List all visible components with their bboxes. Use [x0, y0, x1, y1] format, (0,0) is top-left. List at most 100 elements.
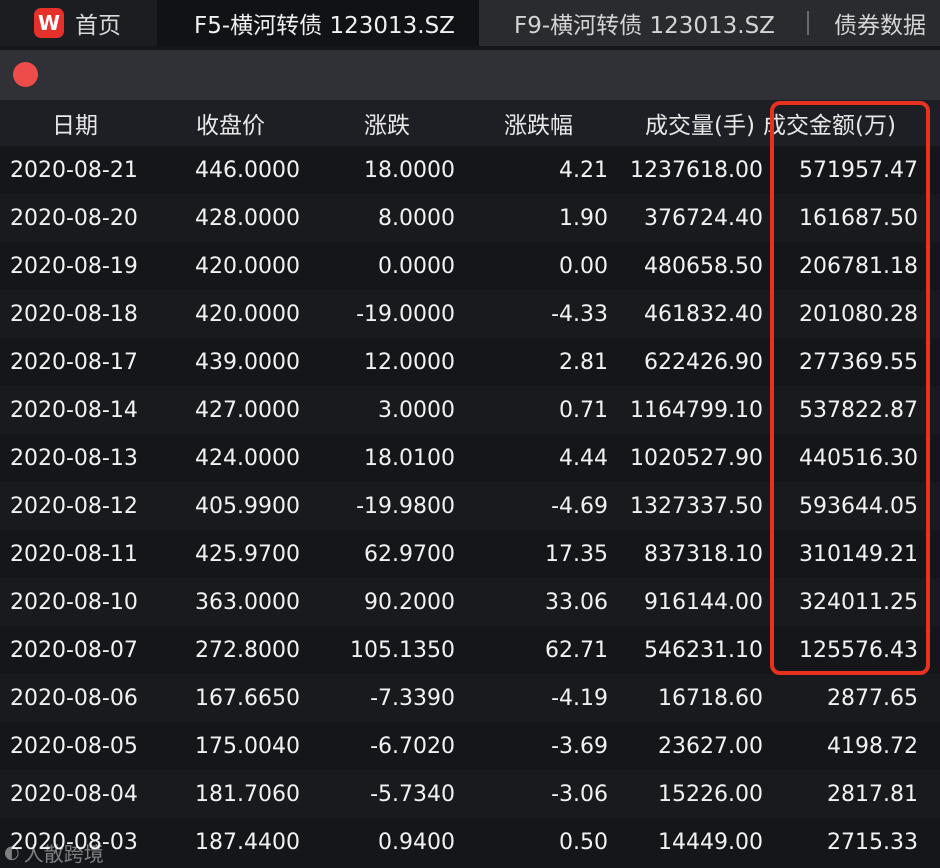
- cell-date: 2020-08-21: [10, 157, 138, 183]
- cell-close-price: 427.0000: [195, 397, 300, 423]
- table-row[interactable]: 2020-08-04 181.7060 -5.7340 -3.06 15226.00 28…: [0, 770, 940, 818]
- cell-change: 0.0000: [378, 253, 455, 279]
- cell-change-pct: 0.50: [559, 829, 608, 855]
- column-header-date[interactable]: 日期: [0, 106, 160, 140]
- table-row[interactable]: 2020-08-20 428.0000 8.0000 1.90 376724.40 161…: [0, 194, 940, 242]
- table-row[interactable]: 2020-08-14 427.0000 3.0000 0.71 1164799.10 53…: [0, 386, 940, 434]
- tab-f9-bond[interactable]: F9-横河转债 123013.SZ: [479, 0, 809, 46]
- cell-turnover: 4198.72: [827, 733, 918, 759]
- cell-change-pct: 0.71: [559, 397, 608, 423]
- cell-volume: 1020527.90: [630, 445, 763, 471]
- cell-volume: 837318.10: [644, 541, 763, 567]
- cell-date: 2020-08-14: [10, 397, 138, 423]
- cell-change-pct: 2.81: [559, 349, 608, 375]
- cell-volume: 16718.60: [658, 685, 763, 711]
- cell-volume: 622426.90: [644, 349, 763, 375]
- cell-turnover: 310149.21: [799, 541, 918, 567]
- cell-change-pct: -4.69: [551, 493, 608, 519]
- cell-change: -7.3390: [370, 685, 455, 711]
- cell-turnover: 201080.28: [799, 301, 918, 327]
- cell-change-pct: 62.71: [545, 637, 608, 663]
- table-row[interactable]: 2020-08-05 175.0040 -6.7020 -3.69 23627.00 41…: [0, 722, 940, 770]
- cell-change: 12.0000: [364, 349, 455, 375]
- column-header-change-pct[interactable]: 涨跌幅: [455, 106, 608, 140]
- cell-turnover: 2715.33: [827, 829, 918, 855]
- cell-close-price: 424.0000: [195, 445, 300, 471]
- cell-date: 2020-08-07: [10, 637, 138, 663]
- wind-logo-icon: W: [34, 8, 64, 38]
- cell-turnover: 125576.43: [799, 637, 918, 663]
- cell-change-pct: 0.00: [559, 253, 608, 279]
- cell-volume: 1164799.10: [630, 397, 763, 423]
- cell-date: 2020-08-04: [10, 781, 138, 807]
- cell-change-pct: 33.06: [545, 589, 608, 615]
- cell-date: 2020-08-06: [10, 685, 138, 711]
- watermark-logo-icon: ◐: [4, 842, 20, 863]
- column-header-close-price[interactable]: 收盘价: [160, 106, 300, 140]
- cell-volume: 23627.00: [658, 733, 763, 759]
- cell-change: 8.0000: [378, 205, 455, 231]
- cell-close-price: 405.9900: [195, 493, 300, 519]
- cell-date: 2020-08-18: [10, 301, 138, 327]
- tab-f5-bond[interactable]: F5-横河转债 123013.SZ: [157, 0, 479, 46]
- table-row[interactable]: 2020-08-17 439.0000 12.0000 2.81 622426.90 27…: [0, 338, 940, 386]
- cell-change: 3.0000: [378, 397, 455, 423]
- cell-change-pct: 17.35: [545, 541, 608, 567]
- tab-bar: W 首页 F5-横河转债 123013.SZ F9-横河转债 123013.SZ…: [0, 0, 940, 46]
- quote-table: 日期 收盘价 涨跌 涨跌幅 成交量(手) 成交金额(万) 2020-08-21 4…: [0, 100, 940, 866]
- column-header-change[interactable]: 涨跌: [300, 106, 455, 140]
- column-header-turnover[interactable]: 成交金额(万): [763, 106, 918, 140]
- cell-volume: 1327337.50: [630, 493, 763, 519]
- cell-change: 18.0100: [364, 445, 455, 471]
- cell-change: -19.9800: [356, 493, 455, 519]
- cell-turnover: 206781.18: [799, 253, 918, 279]
- cell-close-price: 446.0000: [195, 157, 300, 183]
- cell-volume: 480658.50: [644, 253, 763, 279]
- cell-turnover: 2817.81: [827, 781, 918, 807]
- tab-home-label: 首页: [75, 13, 121, 39]
- close-window-button[interactable]: [13, 62, 38, 87]
- cell-volume: 916144.00: [644, 589, 763, 615]
- cell-volume: 376724.40: [644, 205, 763, 231]
- cell-date: 2020-08-10: [10, 589, 138, 615]
- watermark: ◐ 人散跨境: [4, 838, 104, 867]
- cell-change-pct: 4.44: [559, 445, 608, 471]
- cell-close-price: 272.8000: [195, 637, 300, 663]
- cell-date: 2020-08-17: [10, 349, 138, 375]
- table-row[interactable]: 2020-08-18 420.0000 -19.0000 -4.33 461832.40…: [0, 290, 940, 338]
- cell-volume: 1237618.00: [630, 157, 763, 183]
- watermark-text: 人散跨境: [23, 842, 104, 866]
- cell-close-price: 420.0000: [195, 253, 300, 279]
- cell-change: 62.9700: [364, 541, 455, 567]
- cell-volume: 461832.40: [644, 301, 763, 327]
- tab-bond-data[interactable]: 债券数据: [809, 0, 926, 46]
- table-row[interactable]: 2020-08-13 424.0000 18.0100 4.44 1020527.90 4…: [0, 434, 940, 482]
- cell-change-pct: -3.06: [551, 781, 608, 807]
- table-row[interactable]: 2020-08-06 167.6650 -7.3390 -4.19 16718.60 28…: [0, 674, 940, 722]
- cell-close-price: 420.0000: [195, 301, 300, 327]
- cell-change-pct: 1.90: [559, 205, 608, 231]
- table-row[interactable]: 2020-08-03 187.4400 0.9400 0.50 14449.00 2715…: [0, 818, 940, 866]
- cell-volume: 546231.10: [644, 637, 763, 663]
- table-row[interactable]: 2020-08-19 420.0000 0.0000 0.00 480658.50 206…: [0, 242, 940, 290]
- table-row[interactable]: 2020-08-10 363.0000 90.2000 33.06 916144.00 3…: [0, 578, 940, 626]
- cell-turnover: 537822.87: [799, 397, 918, 423]
- tab-bond-data-label: 债券数据: [834, 13, 926, 39]
- cell-date: 2020-08-19: [10, 253, 138, 279]
- tab-home[interactable]: W 首页: [0, 0, 157, 46]
- cell-date: 2020-08-20: [10, 205, 138, 231]
- column-header-volume[interactable]: 成交量(手): [608, 106, 763, 140]
- cell-change-pct: -3.69: [551, 733, 608, 759]
- cell-close-price: 425.9700: [195, 541, 300, 567]
- table-row[interactable]: 2020-08-07 272.8000 105.1350 62.71 546231.10…: [0, 626, 940, 674]
- cell-change-pct: 4.21: [559, 157, 608, 183]
- cell-close-price: 363.0000: [195, 589, 300, 615]
- table-row[interactable]: 2020-08-21 446.0000 18.0000 4.21 1237618.00 5…: [0, 146, 940, 194]
- cell-close-price: 428.0000: [195, 205, 300, 231]
- window-title-bar: [0, 50, 940, 100]
- table-row[interactable]: 2020-08-11 425.9700 62.9700 17.35 837318.10 3…: [0, 530, 940, 578]
- cell-close-price: 187.4400: [195, 829, 300, 855]
- table-body: 2020-08-21 446.0000 18.0000 4.21 1237618.00 5…: [0, 146, 940, 866]
- table-row[interactable]: 2020-08-12 405.9900 -19.9800 -4.69 1327337.5…: [0, 482, 940, 530]
- cell-turnover: 324011.25: [799, 589, 918, 615]
